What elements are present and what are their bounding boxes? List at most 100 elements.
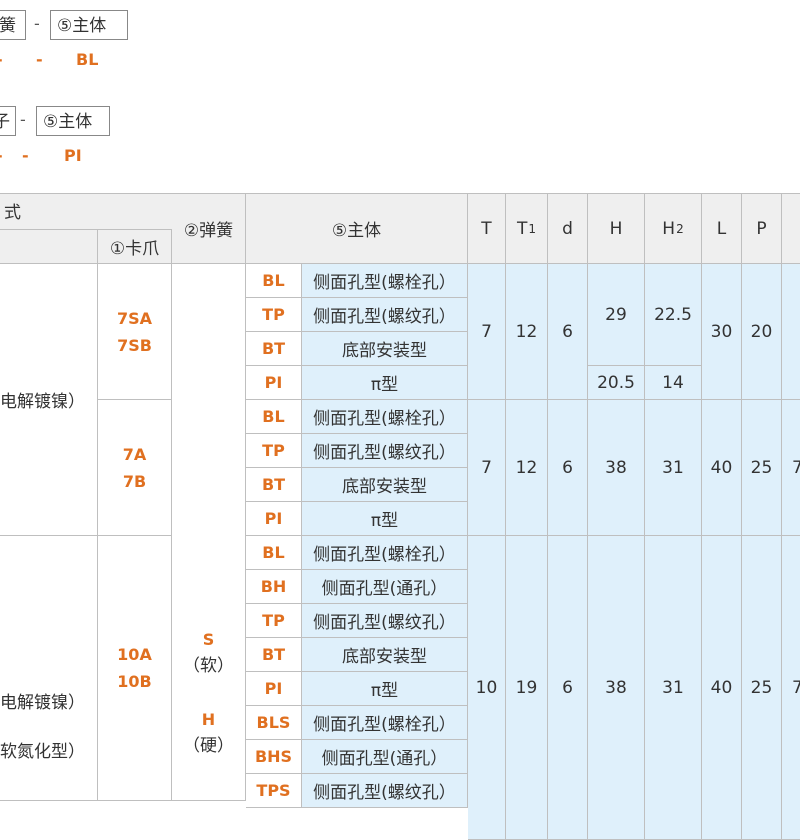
body-code: BL [262, 543, 285, 562]
body-desc-cell: π型 [302, 672, 468, 706]
value: 7 [481, 457, 492, 478]
body-code: BT [261, 339, 286, 358]
clamp-group-1: 7SA 7SB [98, 264, 172, 400]
header-H2: H2 [645, 194, 702, 264]
header-body: ⑤主体 [246, 194, 468, 264]
body-desc: 侧面孔型(螺栓孔） [313, 715, 456, 735]
g2-extra: 7 [782, 400, 800, 536]
header-clamp-left [0, 230, 98, 264]
value: 22.5 [654, 304, 692, 325]
spring-label: （硬） [183, 736, 234, 756]
body-desc-cell: 侧面孔型(螺栓孔） [302, 400, 468, 434]
body-desc: 底部安装型 [342, 477, 427, 497]
body-code-cell: PI [246, 502, 302, 536]
formula-code: PI [64, 146, 82, 165]
g3-H2: 31 [645, 536, 702, 840]
g1-P: 20 [742, 264, 782, 400]
clamp-code: 10B [117, 672, 152, 691]
method-label: 软氮化型） [0, 742, 85, 762]
body-desc: 侧面孔型(螺栓孔） [313, 273, 456, 293]
body-code: BL [262, 271, 285, 290]
g1-L: 30 [702, 264, 742, 400]
header-L: L [702, 194, 742, 264]
value: 7 [792, 458, 800, 478]
g3-H: 38 [588, 536, 645, 840]
g2-T: 7 [468, 400, 506, 536]
body-code: TP [262, 441, 285, 460]
body-code-cell: BL [246, 264, 302, 298]
body-desc: 侧面孔型(螺纹孔） [313, 613, 456, 633]
value: 12 [515, 457, 538, 478]
body-code-cell: PI [246, 672, 302, 706]
body-code-cell: BT [246, 332, 302, 366]
body-desc-cell: 底部安装型 [302, 332, 468, 366]
header-extra [782, 194, 800, 264]
g1-extra [782, 264, 800, 400]
formula-dash: - [0, 146, 3, 165]
value: 7 [481, 321, 492, 342]
header-text: d [562, 218, 573, 239]
body-code-cell: BHS [246, 740, 302, 774]
header-T1: T1 [506, 194, 548, 264]
body-code: TP [262, 305, 285, 324]
body-code-cell: BLS [246, 706, 302, 740]
method-group-1: 电解镀镍） [0, 264, 98, 536]
body-code: BLS [256, 713, 291, 732]
value: 31 [662, 677, 684, 698]
body-desc-cell: 侧面孔型(螺栓孔） [302, 706, 468, 740]
g2-H2: 31 [645, 400, 702, 536]
header-method: 式 [0, 194, 172, 230]
value: 7 [792, 678, 800, 698]
g1-H-a: 29 [588, 264, 645, 366]
value: 20.5 [597, 372, 635, 393]
g3-extra: 7 [782, 536, 800, 840]
spring-code: S [202, 630, 215, 649]
body-desc-cell: 侧面孔型(螺纹孔） [302, 434, 468, 468]
value: 19 [515, 677, 538, 698]
body-desc-cell: 侧面孔型(螺纹孔） [302, 298, 468, 332]
body-desc: π型 [370, 681, 399, 701]
g3-L: 40 [702, 536, 742, 840]
g3-d: 6 [548, 536, 588, 840]
body-desc-cell: 侧面孔型(螺纹孔） [302, 604, 468, 638]
clamp-group-2: 7A 7B [98, 400, 172, 536]
formula-box-body: ⑤主体 [36, 106, 110, 136]
spring-column: S （软） H （硬） [172, 264, 246, 801]
method-label: 电解镀镍） [0, 392, 85, 412]
header-text: ②弹簧 [183, 221, 234, 241]
formula-box-text: 簧 [0, 16, 16, 36]
body-code-cell: TP [246, 298, 302, 332]
header-spring: ②弹簧 [172, 194, 246, 264]
body-desc: 侧面孔型(螺纹孔） [313, 307, 456, 327]
value: 20 [750, 321, 773, 342]
body-code-cell: BH [246, 570, 302, 604]
value: 25 [750, 677, 773, 698]
body-desc-cell: 底部安装型 [302, 468, 468, 502]
value: 40 [710, 457, 733, 478]
body-desc-cell: 侧面孔型(螺栓孔） [302, 536, 468, 570]
body-desc-cell: π型 [302, 502, 468, 536]
body-code: PI [264, 373, 283, 392]
g3-T1: 19 [506, 536, 548, 840]
header-text: ⑤主体 [331, 221, 382, 241]
value: 38 [605, 677, 627, 698]
method-group-3: 电解镀镍） 软氮化型） [0, 536, 98, 801]
spec-table: 式 ①卡爪 ②弹簧 ⑤主体 T T1 d H H2 L P 电解镀镍） 电解镀镍… [0, 193, 800, 840]
body-code-cell: BL [246, 400, 302, 434]
formula-box-spring: 簧 [0, 10, 26, 40]
g2-d: 6 [548, 400, 588, 536]
body-desc: 侧面孔型(螺纹孔） [313, 443, 456, 463]
g2-H: 38 [588, 400, 645, 536]
body-code: BH [260, 577, 287, 596]
method-label: 电解镀镍） [0, 693, 85, 713]
body-desc: 侧面孔型(螺纹孔） [313, 783, 456, 803]
g2-P: 25 [742, 400, 782, 536]
header-text: L [716, 218, 727, 239]
header-text: H [609, 218, 623, 239]
g2-T1: 12 [506, 400, 548, 536]
header-text: ①卡爪 [109, 239, 160, 259]
header-text: H [662, 218, 676, 239]
value: 10 [475, 677, 498, 698]
formula-dash: - [36, 50, 43, 69]
header-T: T [468, 194, 506, 264]
